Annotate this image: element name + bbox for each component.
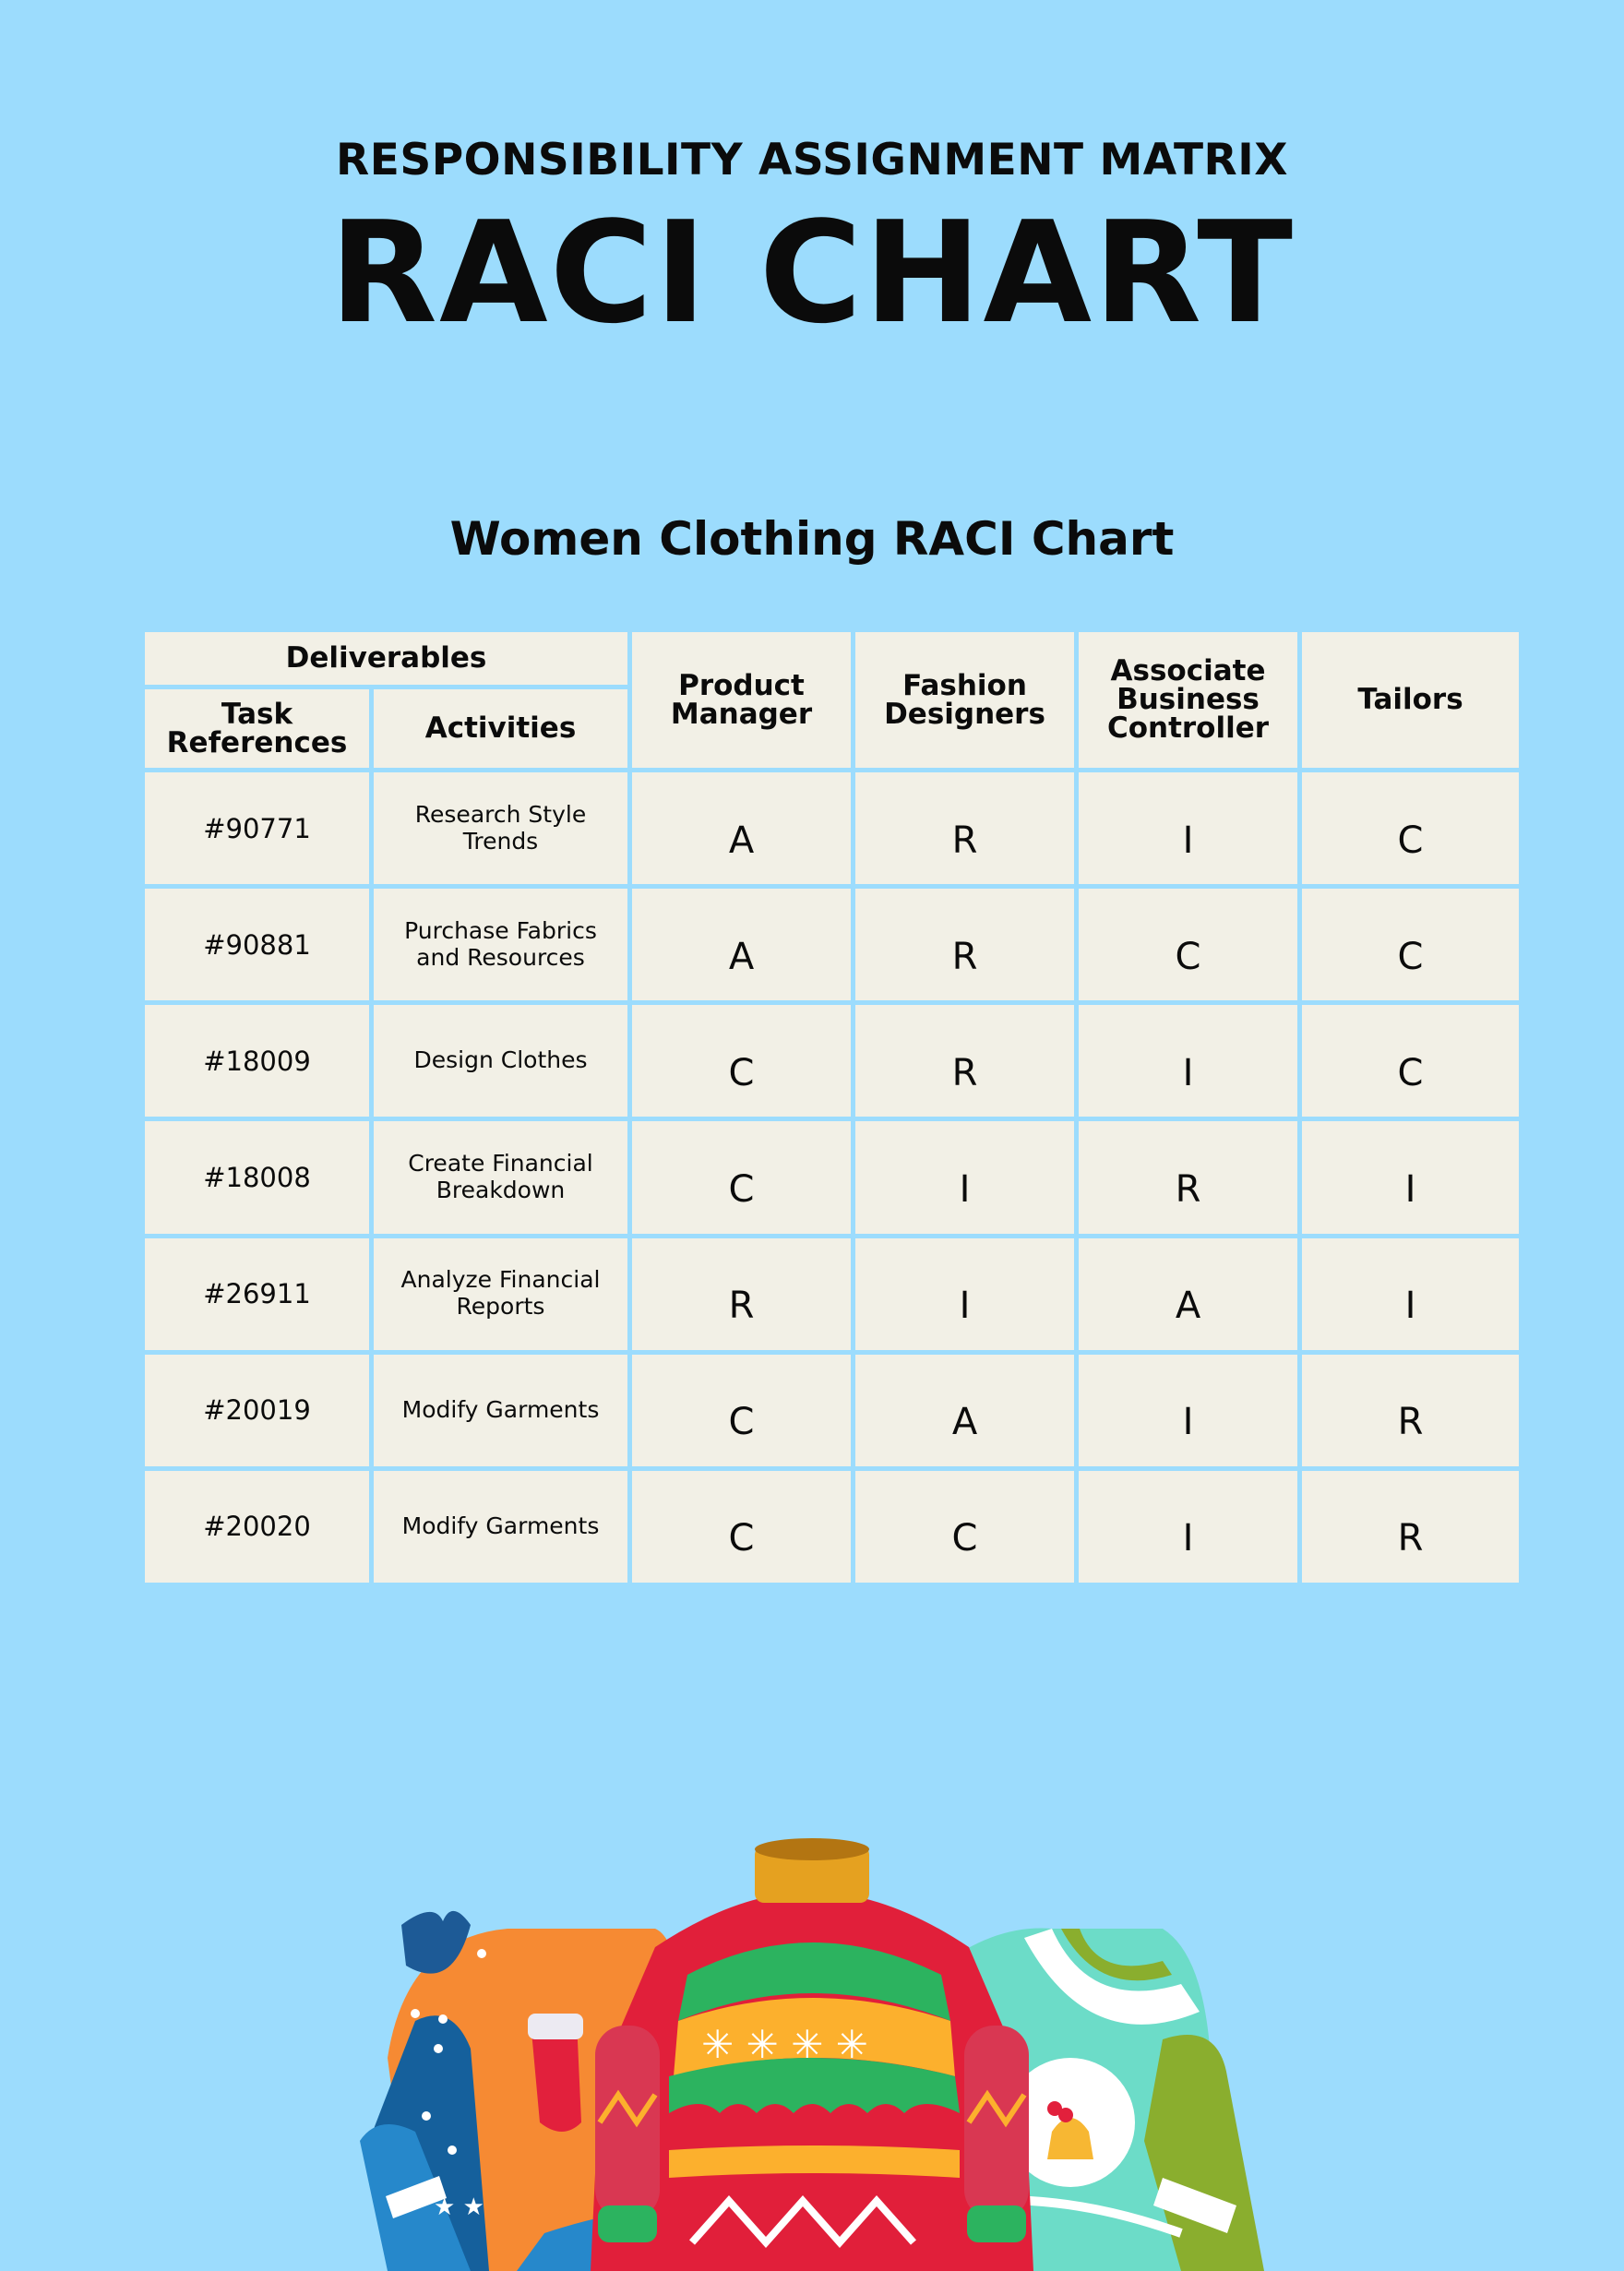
raci-table-body: #90771 Research Style Trends A R I C #90881 Pur… (140, 767, 1523, 1588)
activity-cell: Research Style Trends (369, 767, 632, 890)
activity-cell: Design Clothes (369, 1000, 632, 1122)
task-reference-cell: #90771 (140, 767, 374, 890)
header-activities: Activities (369, 685, 632, 772)
activity-cell: Analyze Financial Reports (369, 1233, 632, 1355)
raci-table: Deliverables Product Manager Fashion Des… (140, 628, 1523, 1588)
raci-cell-associate-business-controller: I (1074, 1349, 1302, 1471)
task-reference-cell: #18008 (140, 1117, 374, 1238)
document-title: RACI CHART (329, 191, 1295, 354)
raci-cell-associate-business-controller: I (1074, 1465, 1302, 1588)
raci-cell-tailors: C (1297, 767, 1523, 890)
header-deliverables: Deliverables (140, 628, 632, 689)
raci-cell-fashion-designers: R (851, 767, 1079, 890)
table-row: #90771 Research Style Trends A R I C (140, 767, 1523, 890)
table-row: #26911 Analyze Financial Reports R I A I (140, 1233, 1523, 1355)
raci-cell-tailors: C (1297, 884, 1523, 1006)
activity-cell: Modify Garments (369, 1349, 632, 1471)
raci-cell-product-manager: R (627, 1233, 855, 1355)
raci-cell-associate-business-controller: C (1074, 884, 1302, 1006)
raci-cell-product-manager: C (627, 1465, 855, 1588)
table-row: #18008 Create Financial Breakdown C I R I (140, 1117, 1523, 1238)
header-role-product-manager: Product Manager (627, 628, 855, 772)
raci-cell-associate-business-controller: A (1074, 1233, 1302, 1355)
svg-text:✳ ✳ ✳ ✳: ✳ ✳ ✳ ✳ (701, 2022, 868, 2067)
chart-subtitle: Women Clothing RACI Chart (449, 512, 1175, 566)
svg-text:★ ★: ★ ★ (434, 2193, 484, 2221)
task-reference-cell: #20019 (140, 1349, 374, 1471)
task-reference-cell: #26911 (140, 1233, 374, 1355)
header-task-references: Task References (140, 685, 374, 772)
table-row: #18009 Design Clothes C R I C (140, 1000, 1523, 1122)
header-role-fashion-designers: Fashion Designers (851, 628, 1079, 772)
raci-cell-product-manager: C (627, 1000, 855, 1122)
raci-cell-fashion-designers: C (851, 1465, 1079, 1588)
raci-cell-associate-business-controller: I (1074, 767, 1302, 890)
table-row: #20020 Modify Garments C C I R (140, 1465, 1523, 1588)
task-reference-cell: #20020 (140, 1465, 374, 1588)
raci-cell-fashion-designers: R (851, 1000, 1079, 1122)
raci-cell-tailors: R (1297, 1465, 1523, 1588)
raci-cell-product-manager: C (627, 1349, 855, 1471)
activity-cell: Modify Garments (369, 1465, 632, 1588)
raci-cell-tailors: R (1297, 1349, 1523, 1471)
table-row: #90881 Purchase Fabrics and Resources A R C C (140, 884, 1523, 1006)
raci-cell-associate-business-controller: R (1074, 1117, 1302, 1238)
raci-cell-tailors: C (1297, 1000, 1523, 1122)
christmas-sweaters-illustration: ★ ★ ✳ ✳ ✳ ✳ (360, 1838, 1264, 2271)
table-row: #20019 Modify Garments C A I R (140, 1349, 1523, 1471)
task-reference-cell: #18009 (140, 1000, 374, 1122)
header-role-tailors: Tailors (1297, 628, 1523, 772)
task-reference-cell: #90881 (140, 884, 374, 1006)
red-sweater-icon: ✳ ✳ ✳ ✳ (591, 1838, 1033, 2271)
raci-cell-product-manager: A (627, 884, 855, 1006)
header-role-associate-business-controller: Associate Business Controller (1074, 628, 1302, 772)
raci-cell-fashion-designers: R (851, 884, 1079, 1006)
activity-cell: Purchase Fabrics and Resources (369, 884, 632, 1006)
raci-cell-tailors: I (1297, 1117, 1523, 1238)
raci-cell-associate-business-controller: I (1074, 1000, 1302, 1122)
raci-cell-tailors: I (1297, 1233, 1523, 1355)
activity-cell: Create Financial Breakdown (369, 1117, 632, 1238)
raci-cell-product-manager: A (627, 767, 855, 890)
raci-cell-fashion-designers: A (851, 1349, 1079, 1471)
raci-cell-product-manager: C (627, 1117, 855, 1238)
document-supertitle: RESPONSIBILITY ASSIGNMENT MATRIX (336, 135, 1288, 185)
raci-cell-fashion-designers: I (851, 1117, 1079, 1238)
raci-cell-fashion-designers: I (851, 1233, 1079, 1355)
